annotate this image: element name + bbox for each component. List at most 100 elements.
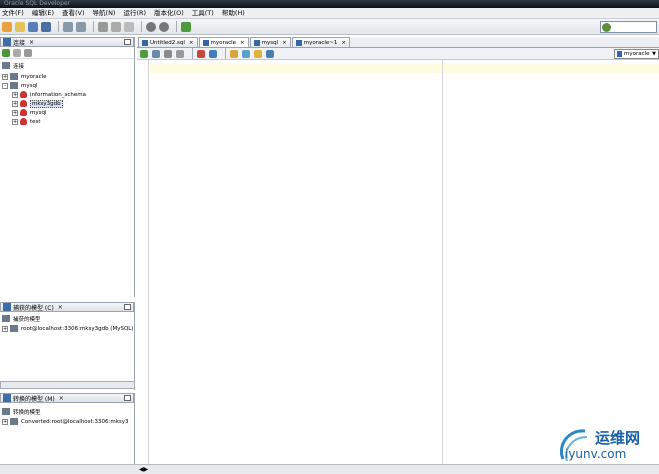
database-icon: [20, 109, 27, 116]
scroll-arrows-icon[interactable]: ◀▶: [139, 466, 148, 473]
main-toolbar: [0, 19, 659, 35]
model-icon: [10, 418, 18, 425]
run-script-icon[interactable]: [152, 49, 160, 58]
converted-models-tab-label[interactable]: 转换的模型 (M): [13, 394, 55, 403]
worksheet-icon: [202, 39, 209, 46]
expand-icon[interactable]: +: [2, 325, 8, 332]
run-statement-icon[interactable]: [140, 49, 148, 58]
menu-file[interactable]: 文件(F): [2, 8, 24, 19]
menu-bar: 文件(F) 编辑(E) 查看(V) 导航(N) 运行(R) 版本化(O) 工具(…: [0, 8, 659, 19]
connections-folder-icon: [2, 62, 10, 69]
model-folder-icon: [2, 315, 10, 322]
horizontal-scrollbar[interactable]: [0, 381, 135, 389]
tree-item-mysql[interactable]: - mysql: [2, 81, 38, 90]
format-icon[interactable]: [254, 49, 262, 58]
commit-icon[interactable]: [164, 49, 172, 58]
connections-panel-header: 连接 ×: [0, 37, 134, 47]
tab-mysql[interactable]: mysql ×: [249, 37, 291, 47]
captured-models-tree: 捕获的模型 + root@localhost:3306:mksy3gdb (My…: [0, 312, 134, 380]
tree-item-test[interactable]: + test: [12, 117, 41, 126]
menu-view[interactable]: 查看(V): [62, 8, 85, 19]
close-icon[interactable]: ×: [341, 40, 346, 46]
tree-item-converted-model[interactable]: + Converted:root@localhost:3306:mksy3: [2, 417, 129, 426]
connection-select-value: myoracle: [624, 51, 650, 57]
run-icon[interactable]: [181, 21, 191, 32]
close-icon[interactable]: ×: [29, 39, 34, 46]
tree-item-label: information_schema: [30, 91, 86, 98]
tree-item-myoracle[interactable]: + myoracle: [2, 72, 47, 81]
open-icon[interactable]: [15, 21, 25, 32]
new-icon[interactable]: [2, 21, 12, 32]
close-icon[interactable]: ×: [189, 40, 194, 46]
menu-edit[interactable]: 编辑(E): [32, 8, 54, 19]
menu-help[interactable]: 帮助(H): [222, 8, 245, 19]
save-all-icon[interactable]: [41, 21, 51, 32]
tree-root[interactable]: 捕获的模型: [2, 314, 41, 323]
tab-label: mysql: [261, 39, 279, 46]
captured-models-icon: [3, 303, 11, 311]
filter-icon[interactable]: [24, 48, 32, 57]
connection-select[interactable]: myoracle ▼: [614, 49, 659, 59]
history-icon[interactable]: [242, 49, 250, 58]
clear-icon[interactable]: [230, 49, 238, 58]
chevron-down-icon[interactable]: ▼: [652, 51, 656, 57]
minimize-icon[interactable]: [124, 304, 131, 310]
menu-tools[interactable]: 工具(T): [192, 8, 214, 19]
window-title: Oracle SQL Developer: [4, 0, 71, 7]
tree-root-label: 捕获的模型: [13, 316, 41, 323]
menu-versioning[interactable]: 版本化(O): [154, 8, 184, 19]
tree-root[interactable]: 连接: [2, 61, 24, 70]
back-icon[interactable]: [146, 21, 156, 32]
close-icon[interactable]: ×: [58, 304, 63, 311]
tree-item-mksy3gdb[interactable]: + mksy3gdb: [12, 99, 63, 108]
connections-tab-label[interactable]: 连接: [13, 38, 25, 47]
watermark-brand: 运维网: [595, 429, 641, 447]
menu-run[interactable]: 运行(R): [123, 8, 146, 19]
forward-icon[interactable]: [159, 21, 169, 32]
tab-myoracle[interactable]: myoracle ×: [198, 37, 249, 47]
add-connection-icon[interactable]: [2, 48, 10, 57]
database-icon: [20, 91, 27, 98]
search-input[interactable]: [600, 21, 657, 33]
minimize-icon[interactable]: [124, 395, 131, 401]
cut-icon[interactable]: [98, 21, 108, 32]
close-icon[interactable]: ×: [282, 40, 287, 46]
tree-root[interactable]: 转换的模型: [2, 407, 41, 416]
expand-icon[interactable]: +: [12, 118, 18, 125]
tree-item-information-schema[interactable]: + information_schema: [12, 90, 86, 99]
captured-models-tab-label[interactable]: 捕获的模型 (C): [13, 303, 54, 312]
refresh-icon[interactable]: [13, 48, 21, 57]
menu-navigate[interactable]: 导航(N): [93, 8, 116, 19]
rollback-icon[interactable]: [176, 49, 184, 58]
tab-myoracle-1[interactable]: myoracle~1 ×: [291, 37, 351, 47]
model-icon: [10, 325, 18, 332]
save-icon[interactable]: [28, 21, 38, 32]
expand-icon[interactable]: +: [2, 73, 8, 80]
database-icon: [20, 118, 27, 125]
minimize-icon[interactable]: [124, 39, 131, 45]
explain-plan-icon[interactable]: [197, 49, 205, 58]
sql-tuning-icon[interactable]: [266, 49, 274, 58]
converted-models-header: 转换的模型 (M) ×: [0, 393, 134, 403]
close-icon[interactable]: ×: [59, 395, 64, 402]
sql-editor[interactable]: [137, 60, 659, 464]
tree-item-mysql-schema[interactable]: + mysql: [12, 108, 47, 117]
paste-icon[interactable]: [124, 21, 134, 32]
copy-icon[interactable]: [111, 21, 121, 32]
tree-item-label: mysql: [30, 109, 47, 116]
tab-untitled2[interactable]: Untitled2.sql ×: [138, 37, 198, 47]
expand-icon[interactable]: +: [12, 91, 18, 98]
editor-tab-bar: Untitled2.sql × myoracle × mysql × myora…: [137, 37, 659, 48]
connections-icon: [3, 38, 11, 46]
redo-icon[interactable]: [76, 21, 86, 32]
expand-icon[interactable]: +: [2, 418, 8, 425]
collapse-icon[interactable]: -: [2, 82, 8, 89]
expand-icon[interactable]: +: [12, 109, 18, 116]
autotrace-icon[interactable]: [209, 49, 217, 58]
tree-item-captured-model[interactable]: + root@localhost:3306:mksy3gdb (MySQL): [2, 324, 133, 333]
expand-icon[interactable]: +: [12, 100, 18, 107]
worksheet-toolbar: myoracle ▼: [137, 48, 659, 60]
tree-root-label: 转换的模型: [13, 409, 41, 416]
close-icon[interactable]: ×: [240, 40, 245, 46]
undo-icon[interactable]: [63, 21, 73, 32]
